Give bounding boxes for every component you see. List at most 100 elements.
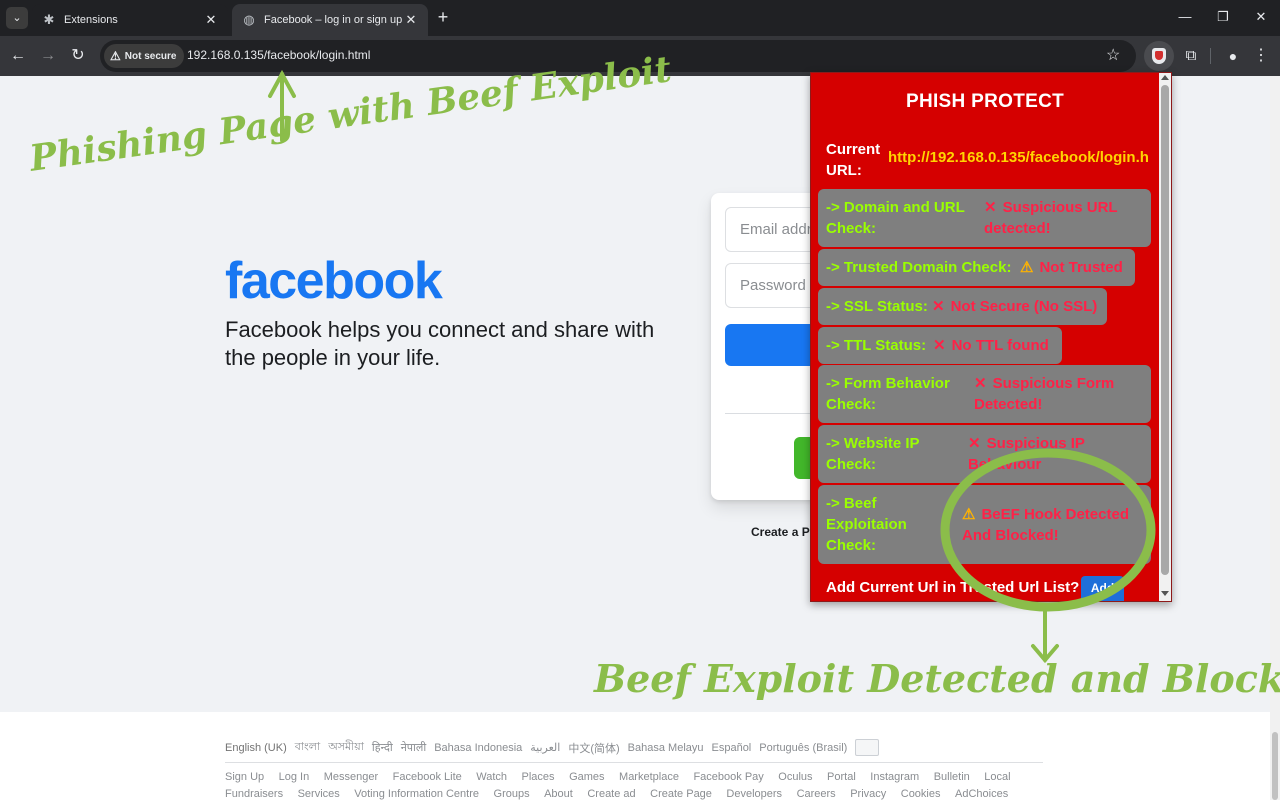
close-window-button[interactable]: ✕ <box>1246 6 1276 28</box>
footer-link[interactable]: About <box>544 788 573 800</box>
add-trusted-url-prompt: Add Current Url in Trusted Url List? <box>826 579 1080 596</box>
facebook-logo: facebook <box>225 252 443 310</box>
footer-link[interactable]: Instagram <box>870 771 919 783</box>
profile-icon[interactable]: ● <box>1222 45 1244 67</box>
footer-link[interactable]: Fundraisers <box>225 788 283 800</box>
footer-link[interactable]: Facebook Pay <box>693 771 763 783</box>
language-link[interactable]: English (UK) <box>225 742 287 754</box>
footer-link[interactable]: Careers <box>797 788 836 800</box>
language-link[interactable]: 中文(简体) <box>568 740 619 756</box>
check-result-text: Suspicious URL detected! <box>984 199 1118 237</box>
facebook-tagline: Facebook helps you connect and share wit… <box>225 317 655 370</box>
language-link[interactable]: नेपाली <box>401 740 427 755</box>
extensions-puzzle-icon[interactable]: ⧉ <box>1180 45 1202 67</box>
puzzle-icon: ✱ <box>43 12 55 27</box>
language-link[interactable]: Español <box>712 742 752 754</box>
bookmark-star-icon[interactable]: ☆ <box>1106 46 1120 66</box>
more-languages-button[interactable] <box>855 739 880 756</box>
language-link[interactable]: Bahasa Indonesia <box>434 742 522 754</box>
check-result: ✕ Not Secure (No SSL) <box>932 296 1097 317</box>
tab-facebook[interactable]: ◍ Facebook – log in or sign up ✕ <box>232 4 428 36</box>
tab-close-icon[interactable]: ✕ <box>204 12 218 28</box>
check-result-text: Suspicious Form Detected! <box>974 375 1115 413</box>
warning-icon: ⚠ <box>110 49 121 63</box>
popup-scrollbar[interactable] <box>1159 73 1171 601</box>
language-link[interactable]: Português (Brasil) <box>759 742 847 754</box>
language-link[interactable]: বাংলা <box>295 738 320 757</box>
footer-link[interactable]: Sign Up <box>225 771 264 783</box>
check-label: -> TTL Status: <box>826 337 927 354</box>
check-result: ⚠ BeEF Hook Detected And Blocked! <box>962 504 1142 546</box>
check-beef-exploitation: -> Beef Exploitaion Check: ⚠ BeEF Hook De… <box>818 485 1151 564</box>
footer-links-row: Sign Up Log In Messenger Facebook Lite W… <box>225 771 1025 783</box>
footer-link[interactable]: Developers <box>726 788 782 800</box>
footer-link[interactable]: Groups <box>494 788 530 800</box>
check-label: -> Form Behavior Check: <box>826 375 950 413</box>
check-trusted-domain: -> Trusted Domain Check: ⚠ Not Trusted <box>818 249 1135 286</box>
check-label: -> Domain and URL Check: <box>826 199 965 237</box>
check-result: ⚠ Not Trusted <box>1020 257 1123 278</box>
scrollbar-thumb[interactable] <box>1272 732 1278 800</box>
cross-icon: ✕ <box>984 199 997 216</box>
check-result: ✕ Suspicious Form Detected! <box>974 373 1144 415</box>
phish-protect-extension-button[interactable] <box>1144 41 1174 71</box>
language-link[interactable]: العربية <box>530 741 560 754</box>
footer-link[interactable]: Facebook Lite <box>393 771 462 783</box>
cross-icon: ✕ <box>974 375 987 392</box>
footer-link[interactable]: Oculus <box>778 771 812 783</box>
forward-button[interactable]: → <box>37 45 59 67</box>
check-website-ip: -> Website IP Check: ✕ Suspicious IP Beha… <box>818 425 1151 483</box>
cross-icon: ✕ <box>933 337 946 354</box>
menu-kebab-icon[interactable]: ⋮ <box>1252 45 1270 67</box>
footer-link[interactable]: Bulletin <box>934 771 970 783</box>
footer-divider <box>225 762 1043 763</box>
check-result: ✕ No TTL found <box>933 335 1049 356</box>
popup-scrollbar-thumb[interactable] <box>1161 85 1169 575</box>
url-text[interactable]: 192.168.0.135/facebook/login.html <box>187 48 370 62</box>
footer-link[interactable]: Messenger <box>324 771 378 783</box>
footer-link[interactable]: Portal <box>827 771 856 783</box>
cross-icon: ✕ <box>932 298 945 315</box>
footer-link[interactable]: Watch <box>476 771 507 783</box>
check-result-text: Not Secure (No SSL) <box>950 298 1098 315</box>
footer-link[interactable]: Cookies <box>901 788 941 800</box>
footer-link[interactable]: Local <box>984 771 1010 783</box>
back-button[interactable]: ← <box>7 45 29 67</box>
globe-icon: ◍ <box>243 12 255 27</box>
current-url-label: Current URL: <box>826 141 881 179</box>
language-link[interactable]: हिन्दी <box>372 740 393 755</box>
tab-extensions[interactable]: ✱ Extensions ✕ <box>32 4 228 36</box>
tab-close-icon[interactable]: ✕ <box>404 12 418 28</box>
footer-link[interactable]: Games <box>569 771 604 783</box>
language-link[interactable]: অসমীয়া <box>328 738 364 757</box>
check-label: -> SSL Status: <box>826 298 928 315</box>
tab-strip: ⌄ ✱ Extensions ✕ ◍ Facebook – log in or … <box>0 0 1280 36</box>
check-label: -> Website IP Check: <box>826 435 920 473</box>
security-chip[interactable]: ⚠ Not secure <box>104 44 185 68</box>
warning-icon: ⚠ <box>1020 259 1034 276</box>
footer-link[interactable]: Create ad <box>587 788 635 800</box>
footer-link[interactable]: AdChoices <box>955 788 1008 800</box>
new-tab-button[interactable]: + <box>434 8 452 26</box>
footer-link[interactable]: Create Page <box>650 788 712 800</box>
check-ssl-status: -> SSL Status: ✕ Not Secure (No SSL) <box>818 288 1107 325</box>
footer-links-row: Fundraisers Services Voting Information … <box>225 788 1023 800</box>
popup-title: PHISH PROTECT <box>905 91 1065 112</box>
minimize-button[interactable]: — <box>1170 6 1200 28</box>
footer-link[interactable]: Services <box>298 788 340 800</box>
footer-link[interactable]: Voting Information Centre <box>354 788 479 800</box>
restore-button[interactable]: ❐ <box>1208 6 1238 28</box>
reload-button[interactable]: ↻ <box>67 45 89 67</box>
scroll-up-arrow-icon[interactable] <box>1161 75 1169 80</box>
check-result-text: No TTL found <box>951 337 1049 354</box>
tab-search-button[interactable]: ⌄ <box>6 7 28 29</box>
scroll-down-arrow-icon[interactable] <box>1161 591 1169 596</box>
footer-link[interactable]: Privacy <box>850 788 886 800</box>
add-trusted-url-button[interactable]: Add <box>1081 576 1124 601</box>
footer-link[interactable]: Marketplace <box>619 771 679 783</box>
footer-link[interactable]: Log In <box>279 771 310 783</box>
annotation-beef-blocked: Beef Exploit Detected and Blocked <box>594 656 1280 701</box>
shield-icon <box>1152 48 1166 64</box>
footer-link[interactable]: Places <box>522 771 555 783</box>
language-link[interactable]: Bahasa Melayu <box>628 742 704 754</box>
